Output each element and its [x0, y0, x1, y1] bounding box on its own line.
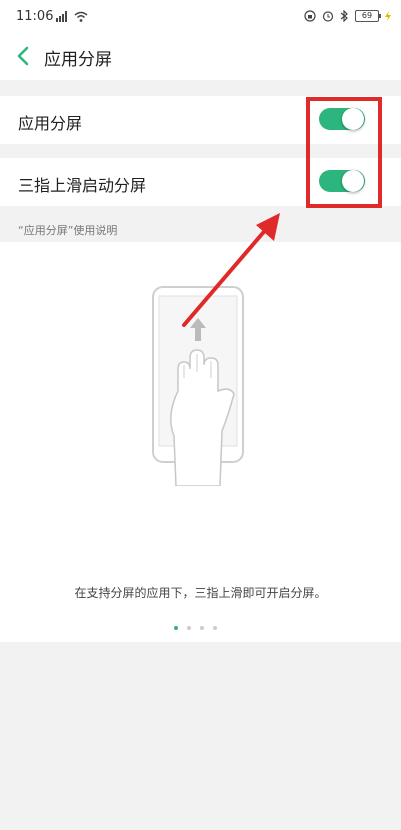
highlight-box	[306, 97, 382, 208]
status-right-group: 69	[304, 10, 391, 22]
back-arrow-icon[interactable]	[14, 44, 34, 68]
wifi-icon	[74, 11, 88, 22]
page-title: 应用分屏	[44, 50, 112, 70]
page-dot	[213, 626, 217, 630]
charging-icon	[385, 11, 391, 21]
battery-indicator: 69	[355, 10, 381, 22]
usage-instructions-heading: “应用分屏”使用说明	[18, 224, 118, 237]
red-arrow-icon	[182, 213, 280, 327]
guide-caption: 在支持分屏的应用下，三指上滑即可开启分屏。	[74, 586, 327, 600]
page-dot	[200, 626, 204, 630]
page-dot	[174, 626, 178, 630]
status-bar: 11:06 69	[0, 0, 401, 34]
status-time: 11:06	[16, 9, 54, 24]
lock-rotation-icon	[304, 10, 316, 22]
setting-label: 三指上滑启动分屏	[18, 176, 147, 195]
setting-label: 应用分屏	[18, 114, 83, 133]
app-header: 应用分屏	[0, 34, 401, 80]
bluetooth-icon	[340, 10, 348, 22]
page-indicator	[174, 626, 217, 630]
signal-icon	[56, 11, 67, 22]
page-dot	[187, 626, 191, 630]
alarm-icon	[322, 11, 334, 22]
signal-group	[56, 11, 88, 22]
